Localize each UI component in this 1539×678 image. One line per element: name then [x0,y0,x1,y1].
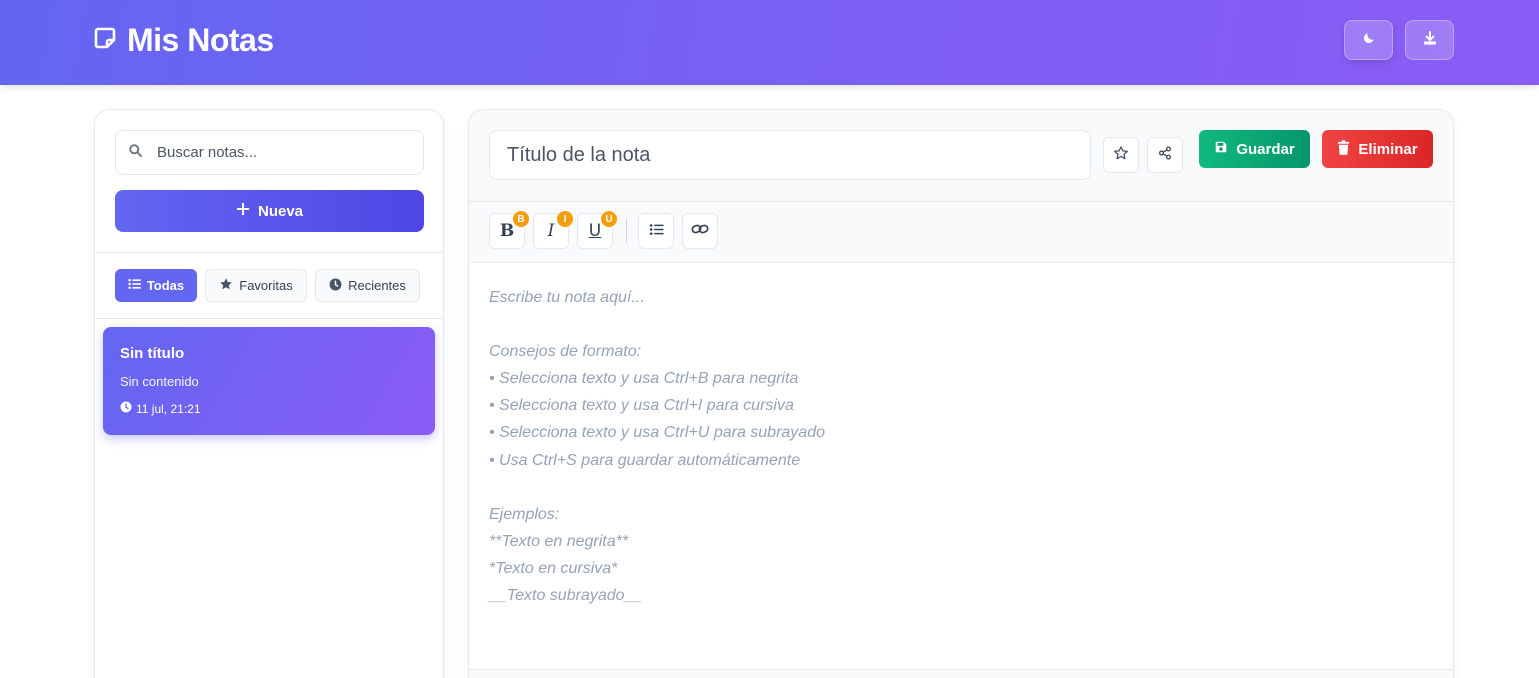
share-button[interactable] [1147,137,1183,173]
bullet-list-button[interactable] [638,213,674,249]
editor-header: Guardar Eliminar [469,110,1453,202]
delete-label: Eliminar [1358,140,1418,158]
list-icon [128,278,141,293]
export-button[interactable] [1405,20,1454,60]
italic-button[interactable]: I I [533,211,573,249]
note-title: Sin título [120,345,185,362]
app-title: Mis Notas [127,21,274,58]
shortcut-badge: U [601,211,617,227]
note-list-item[interactable]: Sin título Sin contenido 11 jul, 21:21 [103,327,435,435]
star-icon [219,277,233,294]
moon-icon [1362,31,1376,50]
filter-tab-favorites[interactable]: Favoritas [205,269,307,302]
search-input[interactable] [157,144,397,161]
clock-icon [329,278,342,294]
app-header: Mis Notas [0,0,1539,85]
shortcut-badge: B [513,211,529,227]
note-title-input[interactable] [489,130,1091,180]
note-preview: Sin contenido [120,374,199,389]
bold-button[interactable]: B B [489,211,529,249]
favorite-button[interactable] [1103,137,1139,173]
floppy-disk-icon [1214,140,1228,158]
new-note-button[interactable]: Nueva [115,190,424,232]
sidebar: Nueva Todas Favoritas Recientes Sin títu… [94,109,444,678]
share-icon [1158,145,1172,165]
sticky-note-icon [93,26,117,55]
trash-icon [1337,139,1350,159]
download-icon [1422,30,1438,51]
link-button[interactable] [682,213,718,249]
filter-tab-recent[interactable]: Recientes [315,269,420,302]
italic-icon: I [547,221,555,241]
note-content-editor[interactable]: Escribe tu nota aquí... Consejos de form… [489,284,1429,609]
editor-footer [469,670,1453,678]
clock-icon [120,401,132,416]
bold-icon: B [499,221,515,241]
list-icon [649,221,664,241]
note-date: 11 jul, 21:21 [120,401,418,416]
save-label: Guardar [1236,140,1295,158]
toolbar-separator [626,219,627,243]
divider [95,252,443,253]
brand: Mis Notas [93,20,274,60]
star-outline-icon [1113,145,1129,166]
plus-icon [236,202,250,220]
search-box[interactable] [115,130,424,175]
underline-button[interactable]: U U [577,211,617,249]
delete-button[interactable]: Eliminar [1322,130,1433,168]
shortcut-badge: I [557,211,573,227]
filter-tab-label: Favoritas [239,278,293,293]
save-button[interactable]: Guardar [1199,130,1310,168]
filter-tab-label: Recientes [348,278,406,293]
new-note-label: Nueva [257,202,304,220]
format-toolbar: B B I I U U [469,202,1453,263]
divider [95,318,443,319]
note-date-text: 11 jul, 21:21 [136,401,201,416]
theme-toggle-button[interactable] [1344,20,1393,60]
editor-panel: Guardar Eliminar B B I I U U [468,109,1454,678]
filter-tab-label: Todas [146,278,185,293]
filter-tab-all[interactable]: Todas [115,269,197,302]
search-icon [128,143,143,163]
link-icon [691,221,709,241]
underline-icon: U [588,221,602,241]
